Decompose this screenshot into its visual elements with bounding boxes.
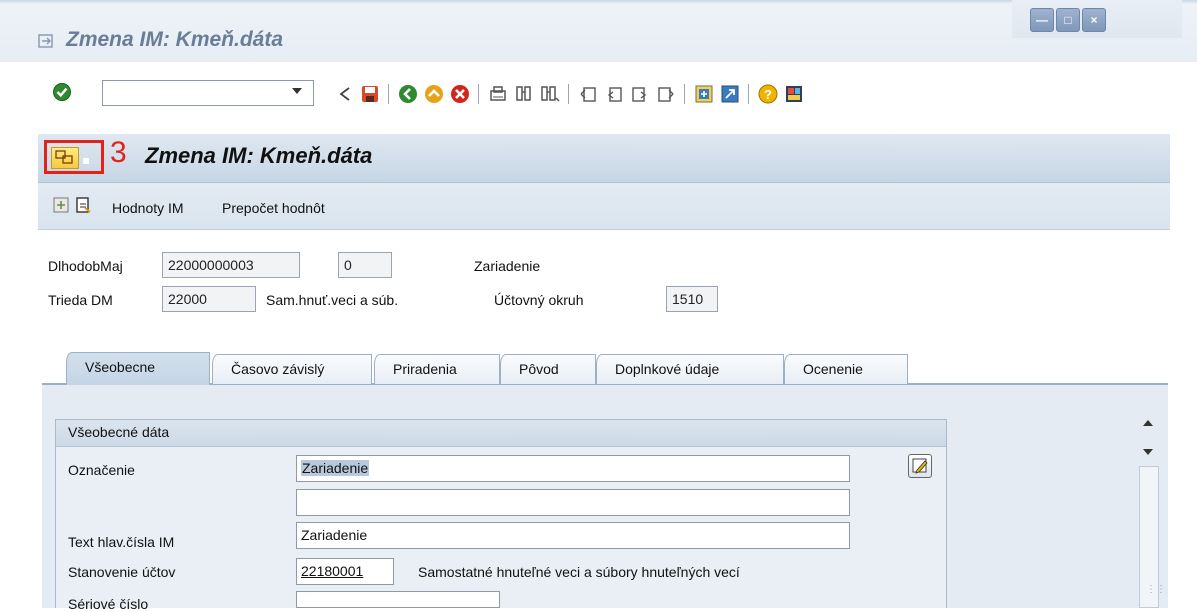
class-description: Sam.hnuť.veci a súb.: [266, 292, 399, 308]
help-icon[interactable]: ?: [758, 84, 778, 104]
description-label: Označenie: [68, 462, 135, 478]
account-determination-label: Stanovenie účtov: [68, 564, 176, 580]
application-toolbar: [38, 183, 1170, 230]
close-icon[interactable]: ×: [1082, 8, 1106, 32]
account-determination-field[interactable]: 22180001: [296, 558, 394, 585]
next-page-icon[interactable]: [630, 84, 650, 104]
last-page-icon[interactable]: [656, 84, 676, 104]
customize-layout-icon[interactable]: [784, 84, 804, 104]
tab-time-dependent[interactable]: Časovo závislý: [212, 354, 372, 384]
class-label: Trieda DM: [48, 292, 113, 308]
find-next-icon[interactable]: [540, 84, 560, 104]
group-title: Všeobecné dáta: [68, 424, 170, 440]
description-value: Zariadenie: [301, 460, 370, 476]
first-page-icon[interactable]: [578, 84, 598, 104]
separator: [684, 84, 685, 104]
account-determination-description: Samostatné hnuteľné veci a súbory hnuteľ…: [418, 564, 740, 580]
pencil-icon: [912, 458, 928, 474]
find-icon[interactable]: [514, 84, 534, 104]
tab-general[interactable]: Všeobecne: [66, 352, 210, 385]
asset-label: DlhodobMaj: [48, 258, 123, 274]
tab-origin[interactable]: Pôvod: [500, 354, 596, 384]
step-marker: 3: [110, 136, 127, 169]
scroll-grip-icon[interactable]: ⋮⋮: [1146, 584, 1166, 595]
save-icon[interactable]: [360, 84, 380, 104]
page-title: Zmena IM: Kmeň.dáta: [145, 143, 373, 168]
print-icon[interactable]: [488, 84, 508, 104]
chevron-down-icon: [83, 158, 89, 164]
main-text-label: Text hlav.čísla IM: [68, 534, 175, 550]
scroll-up-icon[interactable]: [1143, 420, 1153, 426]
window-controls: — □ ×: [1012, 0, 1182, 38]
separator: [568, 84, 569, 104]
cancel-icon[interactable]: [450, 84, 470, 104]
create-session-icon[interactable]: [694, 84, 714, 104]
recalculate-values-button[interactable]: Prepočet hodnôt: [222, 200, 325, 216]
asset-number-field[interactable]: 22000000003: [162, 252, 300, 278]
separator: [478, 84, 479, 104]
other-asset-icon[interactable]: [52, 196, 70, 214]
system-menu-button[interactable]: [44, 140, 104, 174]
back-icon[interactable]: [398, 84, 418, 104]
display-document-icon[interactable]: [74, 196, 92, 214]
system-menu-icon: [51, 147, 79, 169]
tab-assignments[interactable]: Priradenia: [374, 354, 500, 384]
window-title: Zmena IM: Kmeň.dáta: [66, 28, 284, 51]
description-field[interactable]: Zariadenie: [296, 455, 850, 482]
minimize-icon[interactable]: —: [1030, 8, 1054, 32]
maximize-icon[interactable]: □: [1056, 8, 1080, 32]
serial-number-label: Sériové číslo: [68, 596, 149, 612]
exit-icon[interactable]: [424, 84, 444, 104]
chevron-down-icon[interactable]: [292, 88, 302, 94]
enter-icon[interactable]: [52, 82, 72, 102]
previous-page-icon[interactable]: [604, 84, 624, 104]
shortcut-icon[interactable]: [720, 84, 740, 104]
tab-additional-data[interactable]: Doplnkové údaje: [596, 354, 784, 384]
back-arrow-icon[interactable]: [338, 86, 352, 102]
separator: [388, 84, 389, 104]
group-title-bar: [56, 420, 946, 447]
asset-values-button[interactable]: Hodnoty IM: [112, 200, 184, 216]
asset-class-field[interactable]: 22000: [162, 286, 256, 312]
company-code-field[interactable]: 1510: [666, 286, 718, 312]
asset-description: Zariadenie: [474, 258, 541, 274]
tab-valuation[interactable]: Ocenenie: [784, 354, 908, 384]
main-text-field[interactable]: Zariadenie: [296, 522, 850, 549]
scroll-down-icon[interactable]: [1143, 449, 1153, 455]
window-menu-icon[interactable]: [38, 33, 54, 49]
serial-number-field[interactable]: [296, 591, 500, 608]
separator: [748, 84, 749, 104]
company-code-label: Účtovný okruh: [494, 292, 584, 308]
command-field[interactable]: [102, 80, 314, 106]
sub-number-field[interactable]: 0: [338, 252, 392, 278]
svg-text:?: ?: [764, 87, 772, 102]
edit-long-text-button[interactable]: [908, 454, 932, 478]
description-field-2[interactable]: [296, 489, 850, 516]
